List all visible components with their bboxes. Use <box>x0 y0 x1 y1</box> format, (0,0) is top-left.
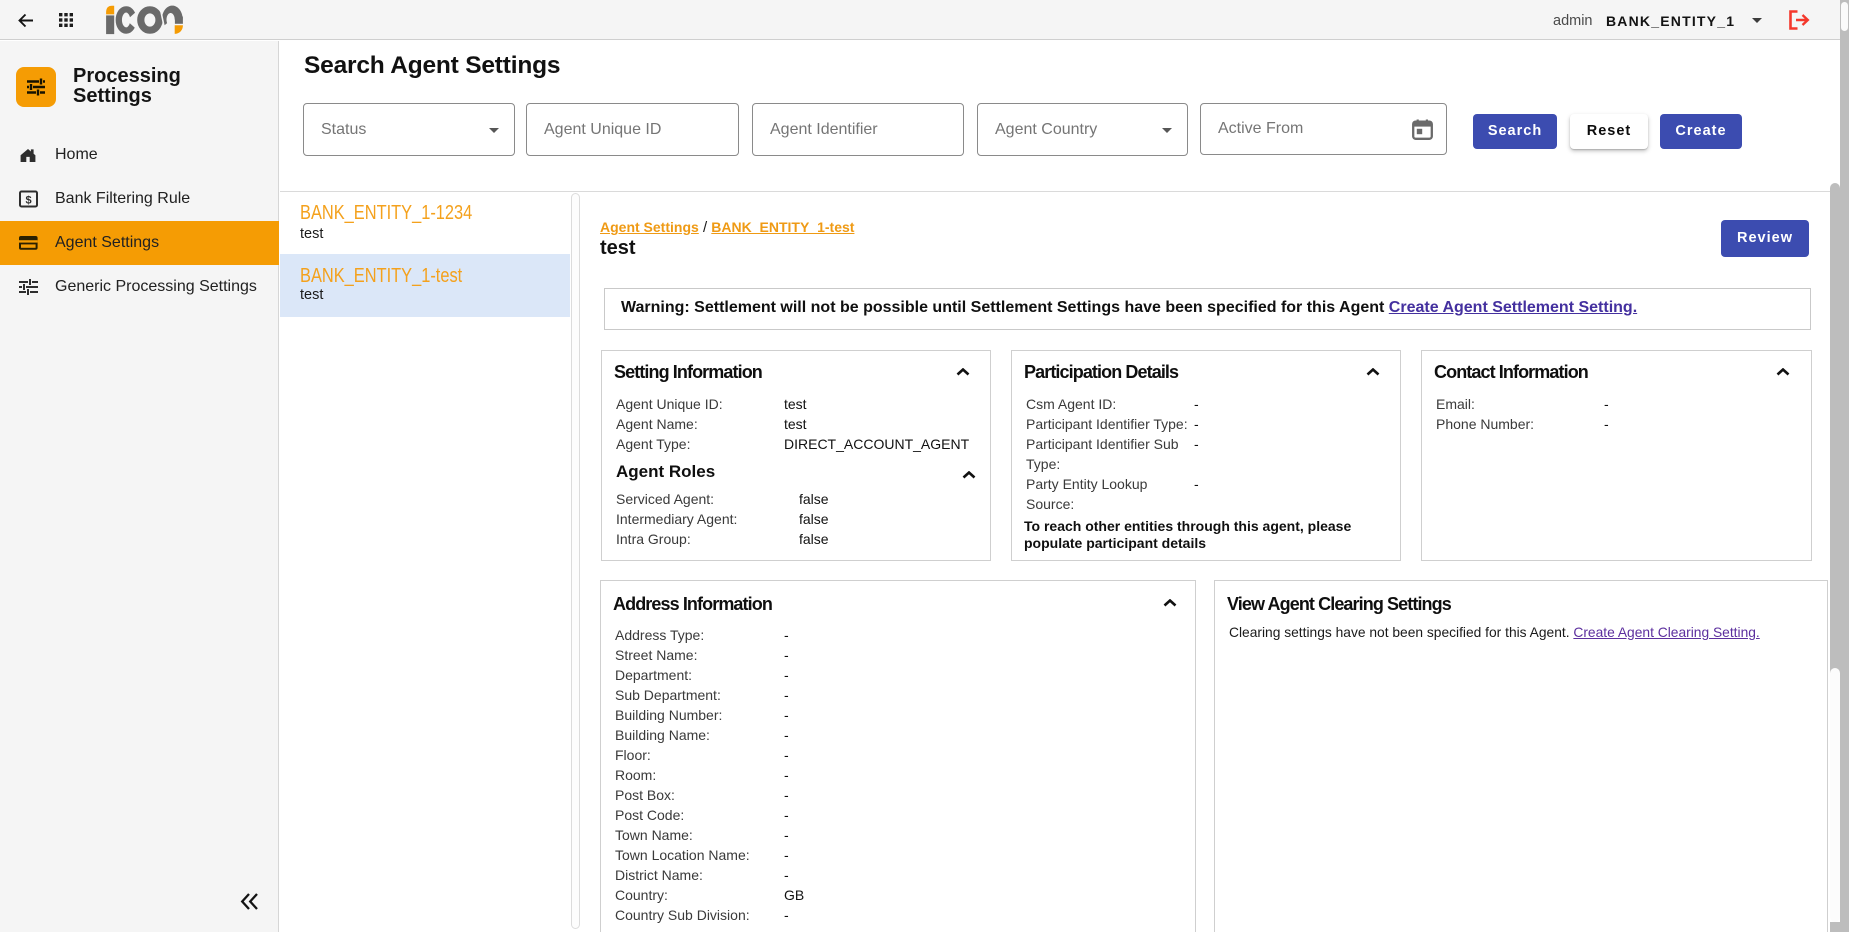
svg-text:$: $ <box>25 194 31 206</box>
